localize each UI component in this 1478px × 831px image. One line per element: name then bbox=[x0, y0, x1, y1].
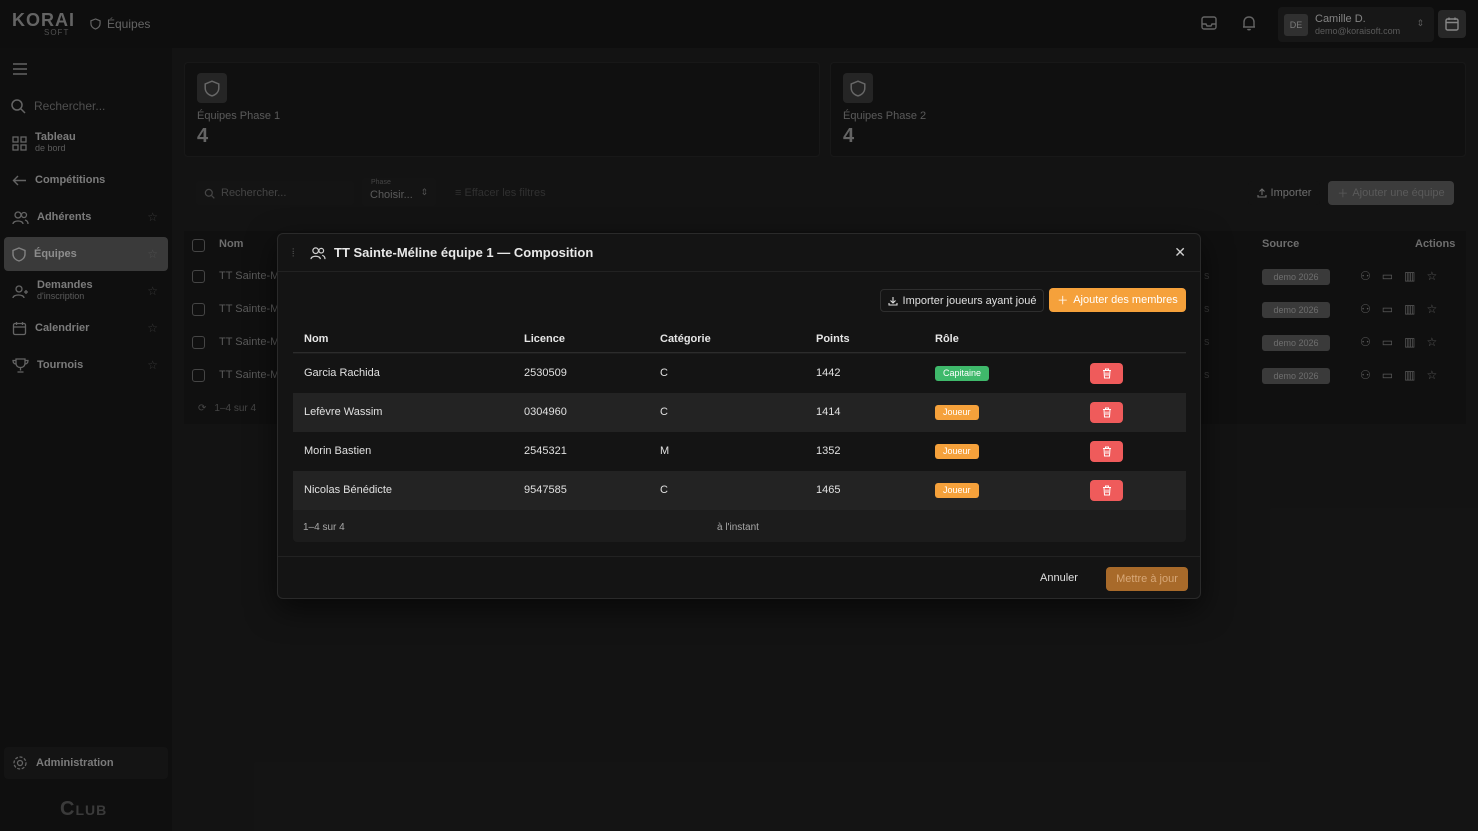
table-row[interactable]: Nicolas Bénédicte 9547585 C 1465 Joueur bbox=[293, 471, 1186, 510]
member-name: Garcia Rachida bbox=[304, 367, 380, 379]
table-row[interactable]: Lefèvre Wassim 0304960 C 1414 Joueur bbox=[293, 393, 1186, 432]
last-updated: à l'instant bbox=[717, 522, 759, 533]
table-header: Nom Licence Catégorie Points Rôle bbox=[293, 326, 1186, 353]
member-category: C bbox=[660, 367, 668, 379]
dialog-title: TT Sainte-Méline équipe 1 — Composition bbox=[310, 245, 593, 260]
member-name: Morin Bastien bbox=[304, 445, 372, 457]
cancel-button[interactable]: Annuler bbox=[1040, 572, 1078, 584]
member-category: C bbox=[660, 406, 668, 418]
dialog-header: ⦙ TT Sainte-Méline équipe 1 — Compositio… bbox=[278, 234, 1200, 272]
delete-member-button[interactable] bbox=[1090, 480, 1123, 501]
member-points: 1414 bbox=[816, 406, 841, 418]
trash-icon bbox=[1102, 368, 1111, 379]
role-badge[interactable]: Joueur bbox=[935, 483, 979, 498]
download-icon bbox=[887, 296, 898, 306]
dialog-title-text: TT Sainte-Méline équipe 1 — Composition bbox=[334, 245, 594, 260]
role-badge[interactable]: Joueur bbox=[935, 444, 979, 459]
member-licence: 2530509 bbox=[524, 367, 567, 379]
import-players-button[interactable]: Importer joueurs ayant joué bbox=[880, 289, 1044, 312]
column-header-licence: Licence bbox=[524, 333, 565, 345]
delete-member-button[interactable] bbox=[1090, 441, 1123, 462]
table-row[interactable]: Garcia Rachida 2530509 C 1442 Capitaine bbox=[293, 354, 1186, 393]
member-licence: 2545321 bbox=[524, 445, 567, 457]
drag-handle-icon[interactable]: ⦙ bbox=[292, 247, 294, 260]
members-table: Nom Licence Catégorie Points Rôle Garcia… bbox=[293, 326, 1186, 542]
import-players-label: Importer joueurs ayant joué bbox=[902, 294, 1037, 307]
divider bbox=[278, 556, 1200, 557]
member-name: Lefèvre Wassim bbox=[304, 406, 383, 418]
table-row[interactable]: Morin Bastien 2545321 M 1352 Joueur bbox=[293, 432, 1186, 471]
update-button[interactable]: Mettre à jour bbox=[1106, 567, 1188, 591]
trash-icon bbox=[1102, 407, 1111, 418]
member-points: 1465 bbox=[816, 484, 841, 496]
composition-dialog: ⦙ TT Sainte-Méline équipe 1 — Compositio… bbox=[277, 233, 1201, 599]
member-licence: 9547585 bbox=[524, 484, 567, 496]
member-licence: 0304960 bbox=[524, 406, 567, 418]
delete-member-button[interactable] bbox=[1090, 363, 1123, 384]
close-icon[interactable]: ✕ bbox=[1174, 244, 1186, 261]
add-members-label: Ajouter des membres bbox=[1073, 294, 1178, 306]
member-category: C bbox=[660, 484, 668, 496]
plus-icon: ＋ bbox=[1057, 295, 1069, 307]
add-members-button[interactable]: ＋ Ajouter des membres bbox=[1049, 288, 1186, 312]
users-icon bbox=[310, 246, 326, 259]
delete-member-button[interactable] bbox=[1090, 402, 1123, 423]
column-header-role: Rôle bbox=[935, 333, 959, 345]
role-badge[interactable]: Capitaine bbox=[935, 366, 990, 381]
column-header-category: Catégorie bbox=[660, 333, 711, 345]
column-header-name: Nom bbox=[304, 333, 329, 345]
member-name: Nicolas Bénédicte bbox=[304, 484, 393, 496]
trash-icon bbox=[1102, 485, 1111, 496]
member-category: M bbox=[660, 445, 670, 457]
member-points: 1352 bbox=[816, 445, 841, 457]
member-points: 1442 bbox=[816, 367, 841, 379]
pagination-count: 1–4 sur 4 bbox=[303, 522, 345, 533]
trash-icon bbox=[1102, 446, 1111, 457]
role-badge[interactable]: Joueur bbox=[935, 405, 979, 420]
column-header-points: Points bbox=[816, 333, 850, 345]
